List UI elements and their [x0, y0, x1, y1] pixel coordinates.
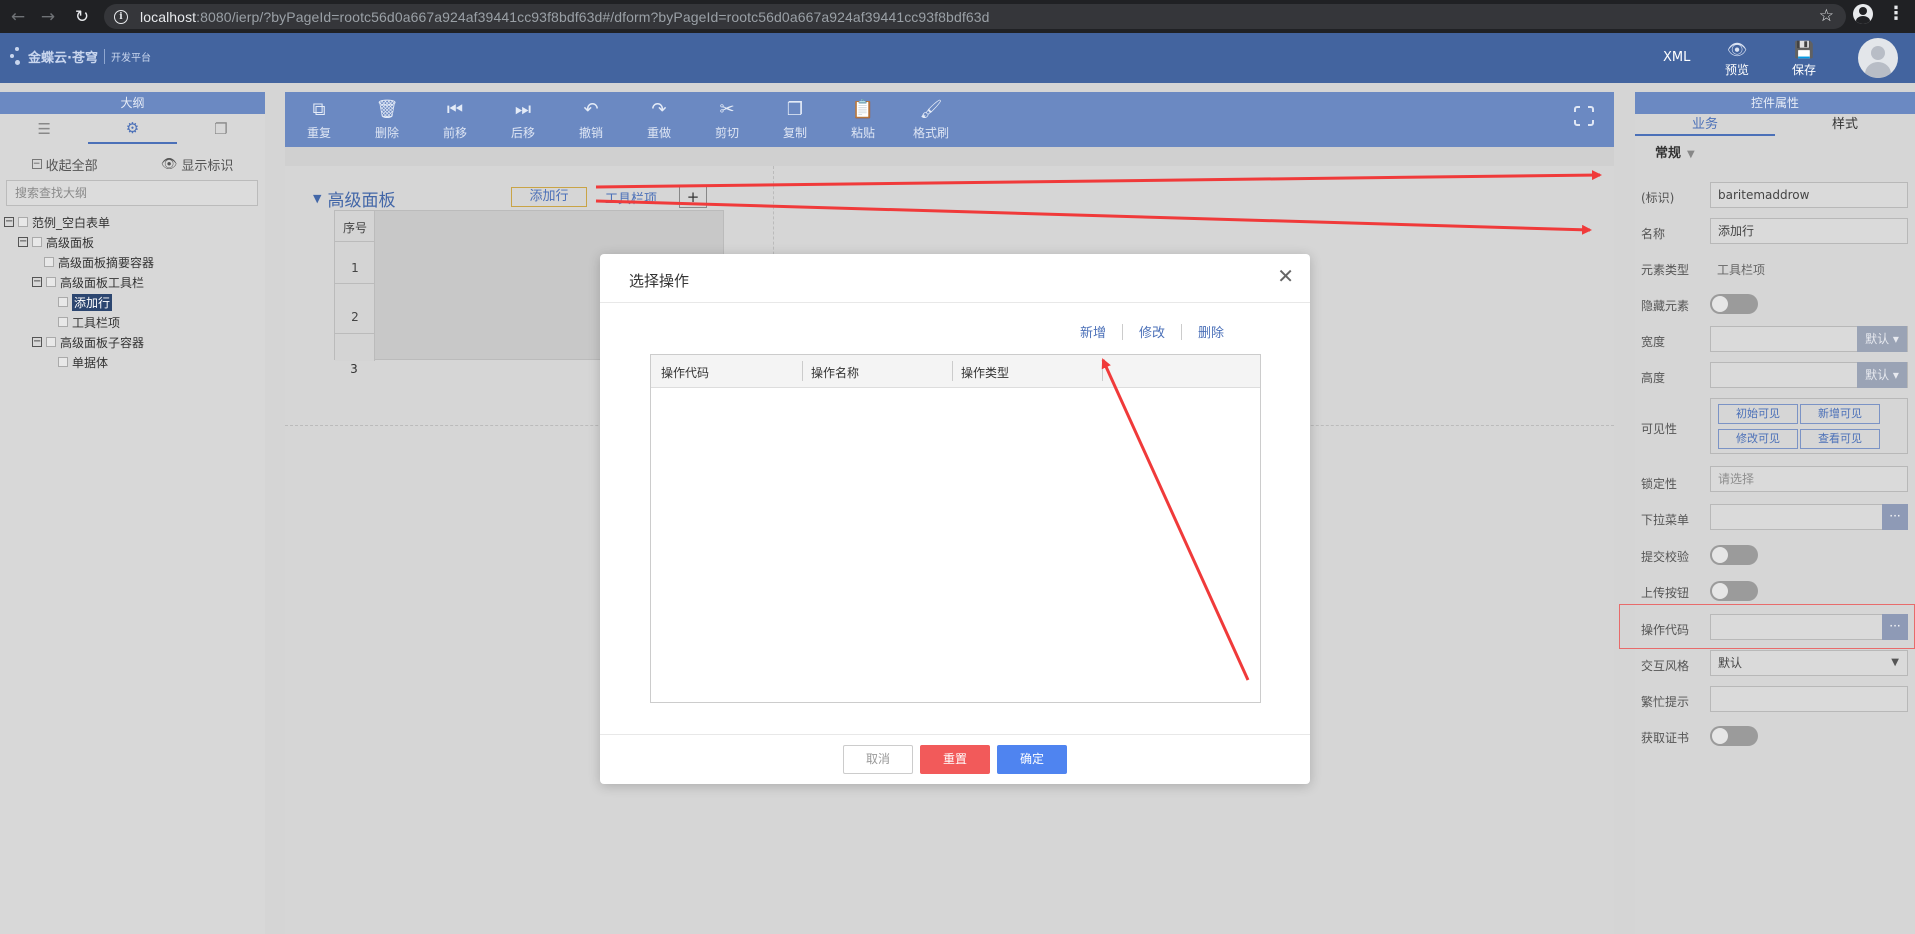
- url-text[interactable]: localhost:8080/ierp/?byPageId=rootc56d0a…: [140, 9, 989, 25]
- account-icon[interactable]: [1853, 4, 1873, 24]
- logo-mark-icon: [10, 45, 24, 67]
- save-label: 保存: [1791, 63, 1816, 77]
- browser-menu-icon[interactable]: ⋮: [1887, 5, 1905, 23]
- back-icon[interactable]: ←: [6, 5, 30, 29]
- column-divider[interactable]: [952, 361, 953, 381]
- logo-text: 金蝶云·苍穹: [28, 50, 98, 66]
- preview-button[interactable]: 👁 预览: [1717, 39, 1757, 78]
- column-divider[interactable]: [1102, 361, 1103, 381]
- dialog-title: 选择操作: [629, 272, 690, 290]
- url-path: :8080/ierp/?byPageId=rootc56d0a667a924af…: [196, 8, 990, 25]
- dialog-footer-divider: [600, 734, 1310, 735]
- add-operation-link[interactable]: 新增: [1064, 322, 1122, 341]
- eye-icon: 👁: [1726, 40, 1748, 59]
- column-header[interactable]: 操作类型: [961, 364, 1009, 381]
- column-divider[interactable]: [802, 361, 803, 381]
- user-avatar[interactable]: [1858, 38, 1898, 78]
- preview-label: 预览: [1724, 63, 1749, 77]
- browser-bar: ← → ↻ i localhost:8080/ierp/?byPageId=ro…: [0, 0, 1915, 33]
- forward-icon[interactable]: →: [36, 5, 60, 29]
- dialog-divider: [600, 302, 1310, 303]
- site-info-icon[interactable]: i: [114, 9, 128, 24]
- save-button[interactable]: 💾 保存: [1784, 39, 1824, 78]
- column-header[interactable]: 操作代码: [661, 364, 709, 381]
- reload-icon[interactable]: ↻: [70, 5, 94, 29]
- delete-operation-link[interactable]: 删除: [1182, 322, 1240, 341]
- column-header[interactable]: 操作名称: [811, 364, 859, 381]
- url-host: localhost: [140, 8, 197, 25]
- select-operation-dialog: 选择操作 ✕ 新增 修改 删除 操作代码 操作名称 操作类型 取消 重置 确定: [600, 254, 1310, 784]
- app-logo: 金蝶云·苍穹 开发平台: [10, 45, 151, 67]
- cancel-button[interactable]: 取消: [843, 745, 913, 774]
- app-header: 金蝶云·苍穹 开发平台 XML 👁 预览 💾 保存: [0, 33, 1915, 83]
- operation-table: 操作代码 操作名称 操作类型: [650, 354, 1261, 703]
- bookmark-star-icon[interactable]: ☆: [1819, 6, 1834, 26]
- logo-subtitle: 开发平台: [103, 48, 151, 64]
- close-icon[interactable]: ✕: [1277, 266, 1294, 286]
- save-icon: 💾: [1794, 40, 1814, 59]
- operation-table-header: 操作代码 操作名称 操作类型: [651, 355, 1260, 388]
- reset-button[interactable]: 重置: [920, 745, 990, 774]
- dialog-actions: 新增 修改 删除: [1064, 322, 1240, 341]
- xml-button[interactable]: XML: [1663, 50, 1690, 65]
- confirm-button[interactable]: 确定: [997, 745, 1067, 774]
- browser-actions: ⋮: [1853, 4, 1905, 24]
- address-bar[interactable]: i localhost:8080/ierp/?byPageId=rootc56d…: [104, 4, 1846, 29]
- edit-operation-link[interactable]: 修改: [1123, 322, 1181, 341]
